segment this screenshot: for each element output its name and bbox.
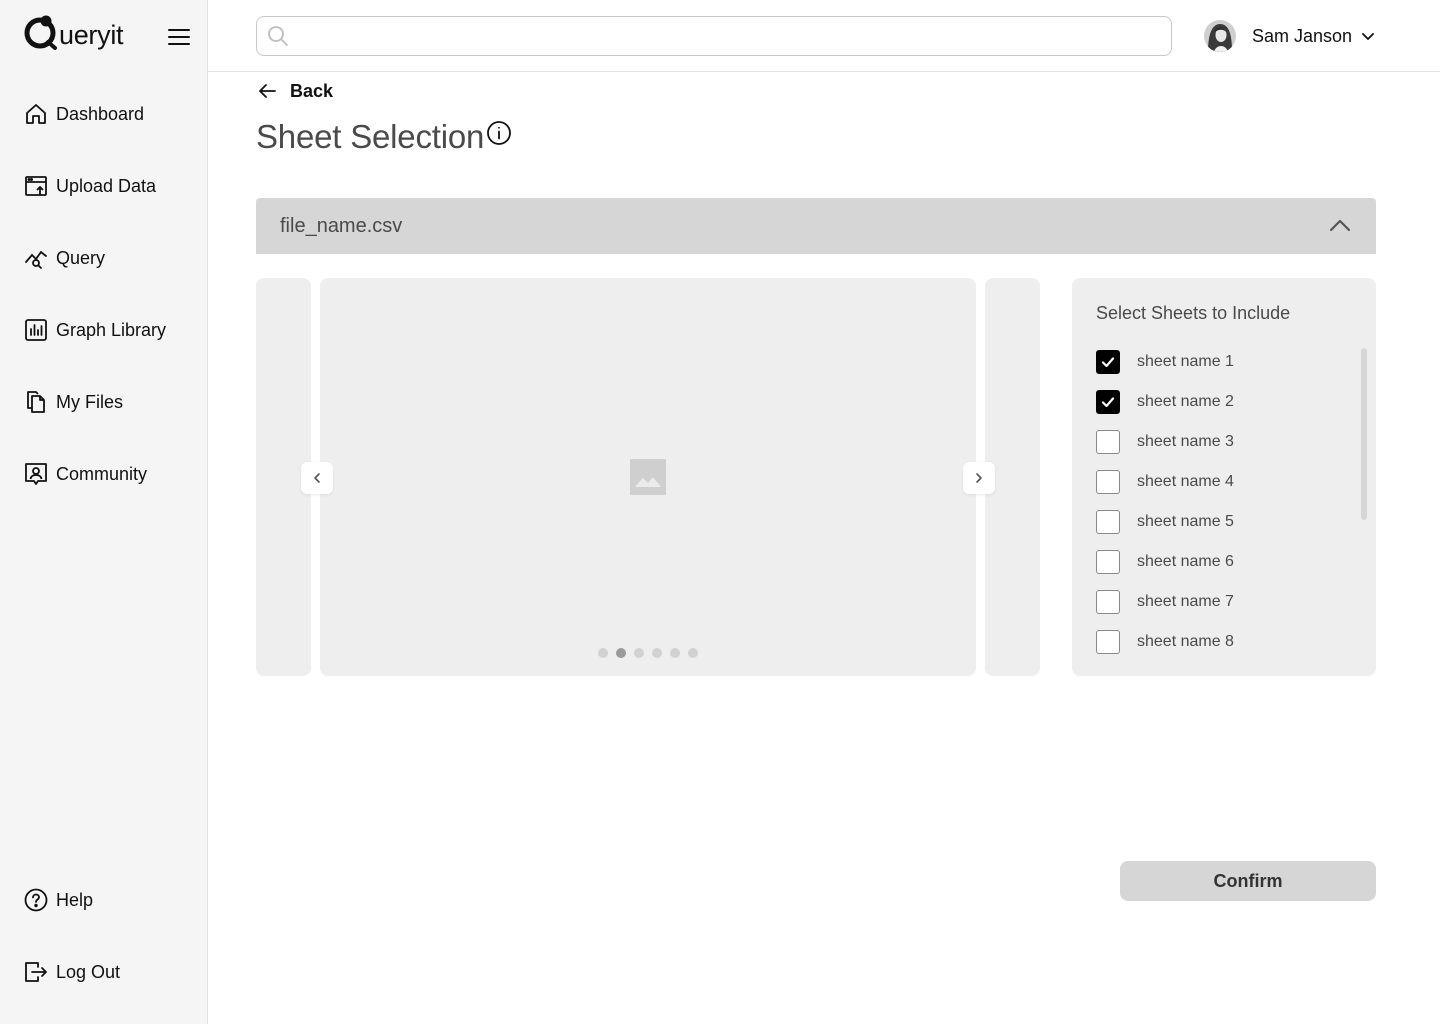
sidebar-item-label: Graph Library [56, 319, 167, 340]
carousel-next-button[interactable] [963, 462, 995, 494]
sheet-checkbox[interactable] [1096, 430, 1120, 454]
sheet-name: sheet name 7 [1137, 593, 1234, 610]
carousel-main-slide [320, 278, 976, 676]
back-link[interactable]: Back [256, 80, 333, 102]
carousel-dot[interactable] [634, 648, 644, 658]
top-bar: Sam Janson [208, 0, 1440, 72]
sheet-selection-panel: Select Sheets to Include sheet name 1 sh… [1072, 278, 1376, 676]
sheet-checkbox-checked[interactable] [1096, 350, 1120, 374]
logo-text: ueryit [59, 20, 124, 50]
sheet-checkbox[interactable] [1096, 470, 1120, 494]
back-label: Back [290, 80, 334, 101]
home-icon [26, 104, 46, 124]
sidebar-item-query[interactable]: Query [24, 244, 105, 272]
sheet-row[interactable]: sheet name 6 [1096, 550, 1356, 574]
sheet-name: sheet name 5 [1137, 513, 1234, 530]
carousel-dot[interactable] [670, 648, 680, 658]
logo[interactable]: ueryit [24, 14, 124, 50]
sheet-checkbox-checked[interactable] [1096, 390, 1120, 414]
sidebar-item-label: Dashboard [56, 103, 145, 124]
user-name: Sam Janson [1252, 25, 1353, 46]
sheet-row[interactable]: sheet name 5 [1096, 510, 1356, 534]
check-icon [1101, 357, 1115, 368]
sidebar: ueryit Dashboard Upload Data Query Graph… [0, 0, 208, 1024]
image-placeholder-icon [630, 459, 666, 495]
sheet-row[interactable]: sheet name 4 [1096, 470, 1356, 494]
sidebar-item-label: Help [56, 889, 94, 910]
file-accordion-header[interactable]: file_name.csv [256, 198, 1376, 254]
sheet-checkbox[interactable] [1096, 510, 1120, 534]
sheet-name: sheet name 1 [1137, 353, 1234, 370]
sheets-heading: Select Sheets to Include [1096, 303, 1291, 323]
sheet-name: sheet name 6 [1137, 553, 1234, 570]
sidebar-item-label: My Files [56, 391, 123, 412]
graph-icon [25, 319, 47, 341]
sheet-row[interactable]: sheet name 8 [1096, 630, 1356, 654]
sidebar-item-log-out[interactable]: Log Out [24, 958, 120, 986]
sheet-row[interactable]: sheet name 2 [1096, 390, 1356, 414]
info-icon[interactable] [486, 120, 512, 146]
chevron-down-icon [1362, 33, 1374, 40]
sidebar-item-help[interactable]: Help [24, 886, 93, 914]
carousel-prev-button[interactable] [301, 462, 333, 494]
sidebar-item-label: Upload Data [56, 175, 157, 196]
sidebar-item-label: Community [56, 463, 148, 484]
query-icon [25, 250, 47, 269]
chevron-left-icon [314, 473, 320, 483]
avatar [1204, 20, 1236, 52]
search-input[interactable] [297, 23, 1157, 49]
file-name: file_name.csv [280, 214, 403, 237]
sheet-name: sheet name 2 [1137, 393, 1234, 410]
sheet-list: sheet name 1 sheet name 2 sheet name 3 s… [1096, 350, 1356, 670]
sheet-name: sheet name 3 [1137, 433, 1234, 450]
community-icon [25, 463, 47, 485]
menu-icon[interactable] [167, 26, 191, 48]
chevron-up-icon[interactable] [1328, 215, 1352, 237]
carousel-dot[interactable] [598, 648, 608, 658]
sheet-checkbox[interactable] [1096, 550, 1120, 574]
check-icon [1101, 397, 1115, 408]
user-menu[interactable]: Sam Janson [1204, 20, 1376, 52]
carousel-dot[interactable] [652, 648, 662, 658]
sheet-checkbox[interactable] [1096, 590, 1120, 614]
upload-icon [25, 176, 47, 196]
files-icon [27, 391, 45, 413]
search-icon [268, 26, 288, 46]
search-bar[interactable] [256, 16, 1172, 56]
carousel-dot[interactable] [688, 648, 698, 658]
logout-icon [25, 962, 47, 982]
sheet-row[interactable]: sheet name 3 [1096, 430, 1356, 454]
sidebar-item-dashboard[interactable]: Dashboard [24, 100, 144, 128]
help-icon [24, 888, 48, 912]
confirm-button[interactable]: Confirm [1120, 861, 1376, 901]
sheet-row[interactable]: sheet name 7 [1096, 590, 1356, 614]
sidebar-item-my-files[interactable]: My Files [24, 388, 123, 416]
page-title: Sheet Selection [256, 118, 485, 155]
carousel-dot-active[interactable] [616, 648, 626, 658]
sidebar-item-label: Log Out [56, 961, 121, 982]
sheet-list-scrollbar[interactable] [1361, 348, 1367, 520]
carousel-pagination [320, 648, 976, 658]
sheet-checkbox[interactable] [1096, 630, 1120, 654]
arrow-left-icon [259, 84, 276, 98]
sheet-name: sheet name 8 [1137, 633, 1234, 650]
chevron-right-icon [976, 473, 982, 483]
sidebar-item-graph-library[interactable]: Graph Library [24, 316, 166, 344]
sheet-name: sheet name 4 [1137, 473, 1234, 490]
sheet-row[interactable]: sheet name 1 [1096, 350, 1356, 374]
sidebar-item-label: Query [56, 247, 106, 268]
sidebar-item-upload-data[interactable]: Upload Data [24, 172, 156, 200]
sidebar-item-community[interactable]: Community [24, 460, 147, 488]
page-title-row: Sheet Selection [256, 118, 512, 156]
queryit-logo-icon [24, 15, 57, 50]
